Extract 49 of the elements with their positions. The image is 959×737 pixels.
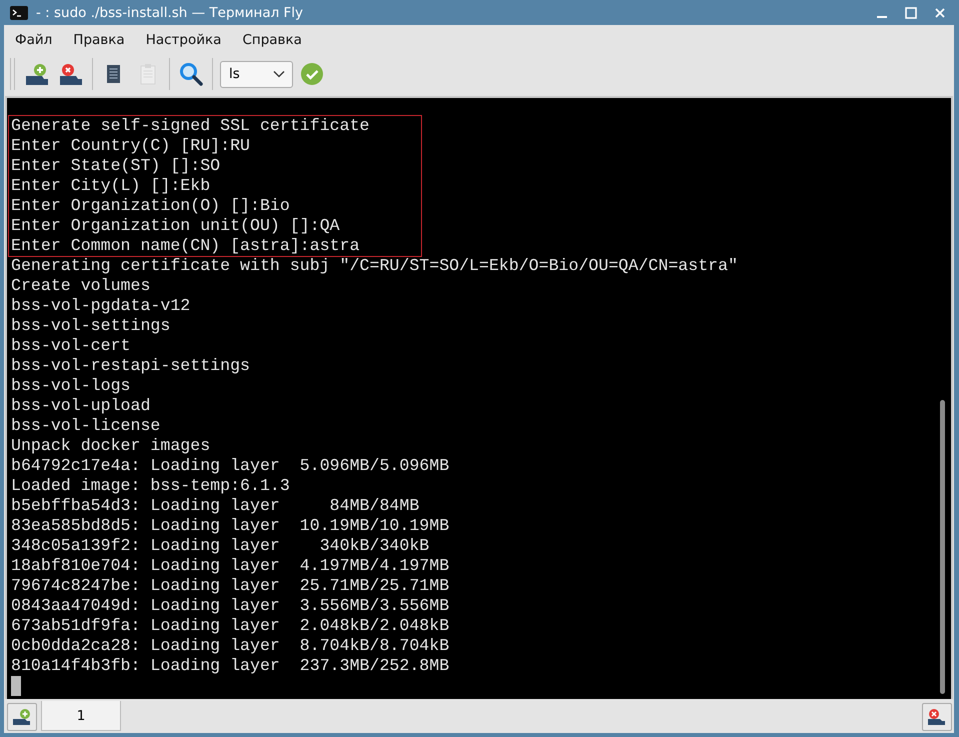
terminal-line: 18abf810e704: Loading layer 4.197MB/4.197MB — [11, 556, 450, 576]
terminal-line: 83ea585bd8d5: Loading layer 10.19MB/10.19MB — [11, 516, 450, 536]
remove-tab-icon — [927, 708, 947, 726]
terminal-tab[interactable]: 1 — [41, 701, 121, 731]
terminal-line: b64792c17e4a: Loading layer 5.096MB/5.096MB — [11, 456, 450, 476]
terminal-line: bss-vol-license — [11, 416, 162, 436]
terminal-line: b5ebffba54d3: Loading layer 84MB/84MB — [11, 496, 420, 516]
terminal-line: 348c05a139f2: Loading layer 340kB/340kB — [11, 536, 430, 556]
search-icon — [178, 61, 204, 87]
terminal-line: Unpack docker images — [11, 436, 212, 456]
terminal-line: bss-vol-upload — [11, 396, 152, 416]
close-button[interactable] — [934, 6, 946, 18]
terminal-line: Enter Common name(CN) [astra]:astra — [11, 236, 361, 256]
command-dropdown[interactable]: ls — [220, 60, 293, 88]
terminal-line: 0843aa47049d: Loading layer 3.556MB/3.556MB — [11, 596, 450, 616]
terminal-line: Enter Organization(O) []:Bio — [11, 196, 291, 216]
terminal-line: Loaded image: bss-temp:6.1.3 — [11, 476, 291, 496]
menu-item[interactable]: Правка — [69, 32, 136, 48]
terminal-icon — [10, 6, 28, 20]
menu-item[interactable]: Файл — [11, 32, 64, 48]
chevron-down-icon — [273, 70, 285, 78]
terminal-line: bss-vol-pgdata-v12 — [11, 296, 192, 316]
window-title: - : sudo ./bss-install.sh — Терминал Fly — [36, 4, 304, 20]
close-tab-button[interactable] — [922, 703, 952, 731]
terminal-line: 810a14f4b3fb: Loading layer 237.3MB/252.8MB — [11, 656, 450, 676]
terminal-line: 673ab51df9fa: Loading layer 2.048kB/2.048kB — [11, 616, 450, 636]
terminal-line: Generating certificate with subj "/C=RU/ST=SO/L=Ekb/O=Bio/OU=QA/CN=astra" — [11, 256, 738, 276]
scrollbar-thumb[interactable] — [940, 400, 945, 694]
terminal-line: bss-vol-cert — [11, 336, 132, 356]
add-tab-icon — [24, 62, 50, 86]
terminal-line: Enter Country(C) [RU]:RU — [11, 136, 251, 156]
maximize-button[interactable] — [905, 6, 917, 18]
terminal-line: Create volumes — [11, 276, 152, 296]
terminal-line: Enter Organization unit(OU) []:QA — [11, 216, 341, 236]
terminal-line: Enter City(L) []:Ekb — [11, 176, 212, 196]
terminal-line: bss-vol-restapi-settings — [11, 356, 251, 376]
terminal-line: 0cb0dda2ca28: Loading layer 8.704kB/8.704kB — [11, 636, 450, 656]
menu-item[interactable]: Справка — [238, 32, 313, 48]
menu-item[interactable]: Настройка — [142, 32, 232, 48]
terminal-line: Generate self-signed SSL certificate — [11, 116, 370, 136]
terminal-screen[interactable] — [5, 96, 953, 699]
terminal-line: bss-vol-settings — [11, 316, 172, 336]
text-cursor — [11, 676, 21, 696]
terminal-line: bss-vol-logs — [11, 376, 132, 396]
new-tab-button[interactable] — [7, 703, 37, 731]
remove-tab-icon — [58, 62, 84, 86]
terminal-line: 79674c8247be: Loading layer 25.71MB/25.71MB — [11, 576, 450, 596]
add-tab-icon — [12, 708, 32, 726]
terminal-line: Enter State(ST) []:SO — [11, 156, 222, 176]
